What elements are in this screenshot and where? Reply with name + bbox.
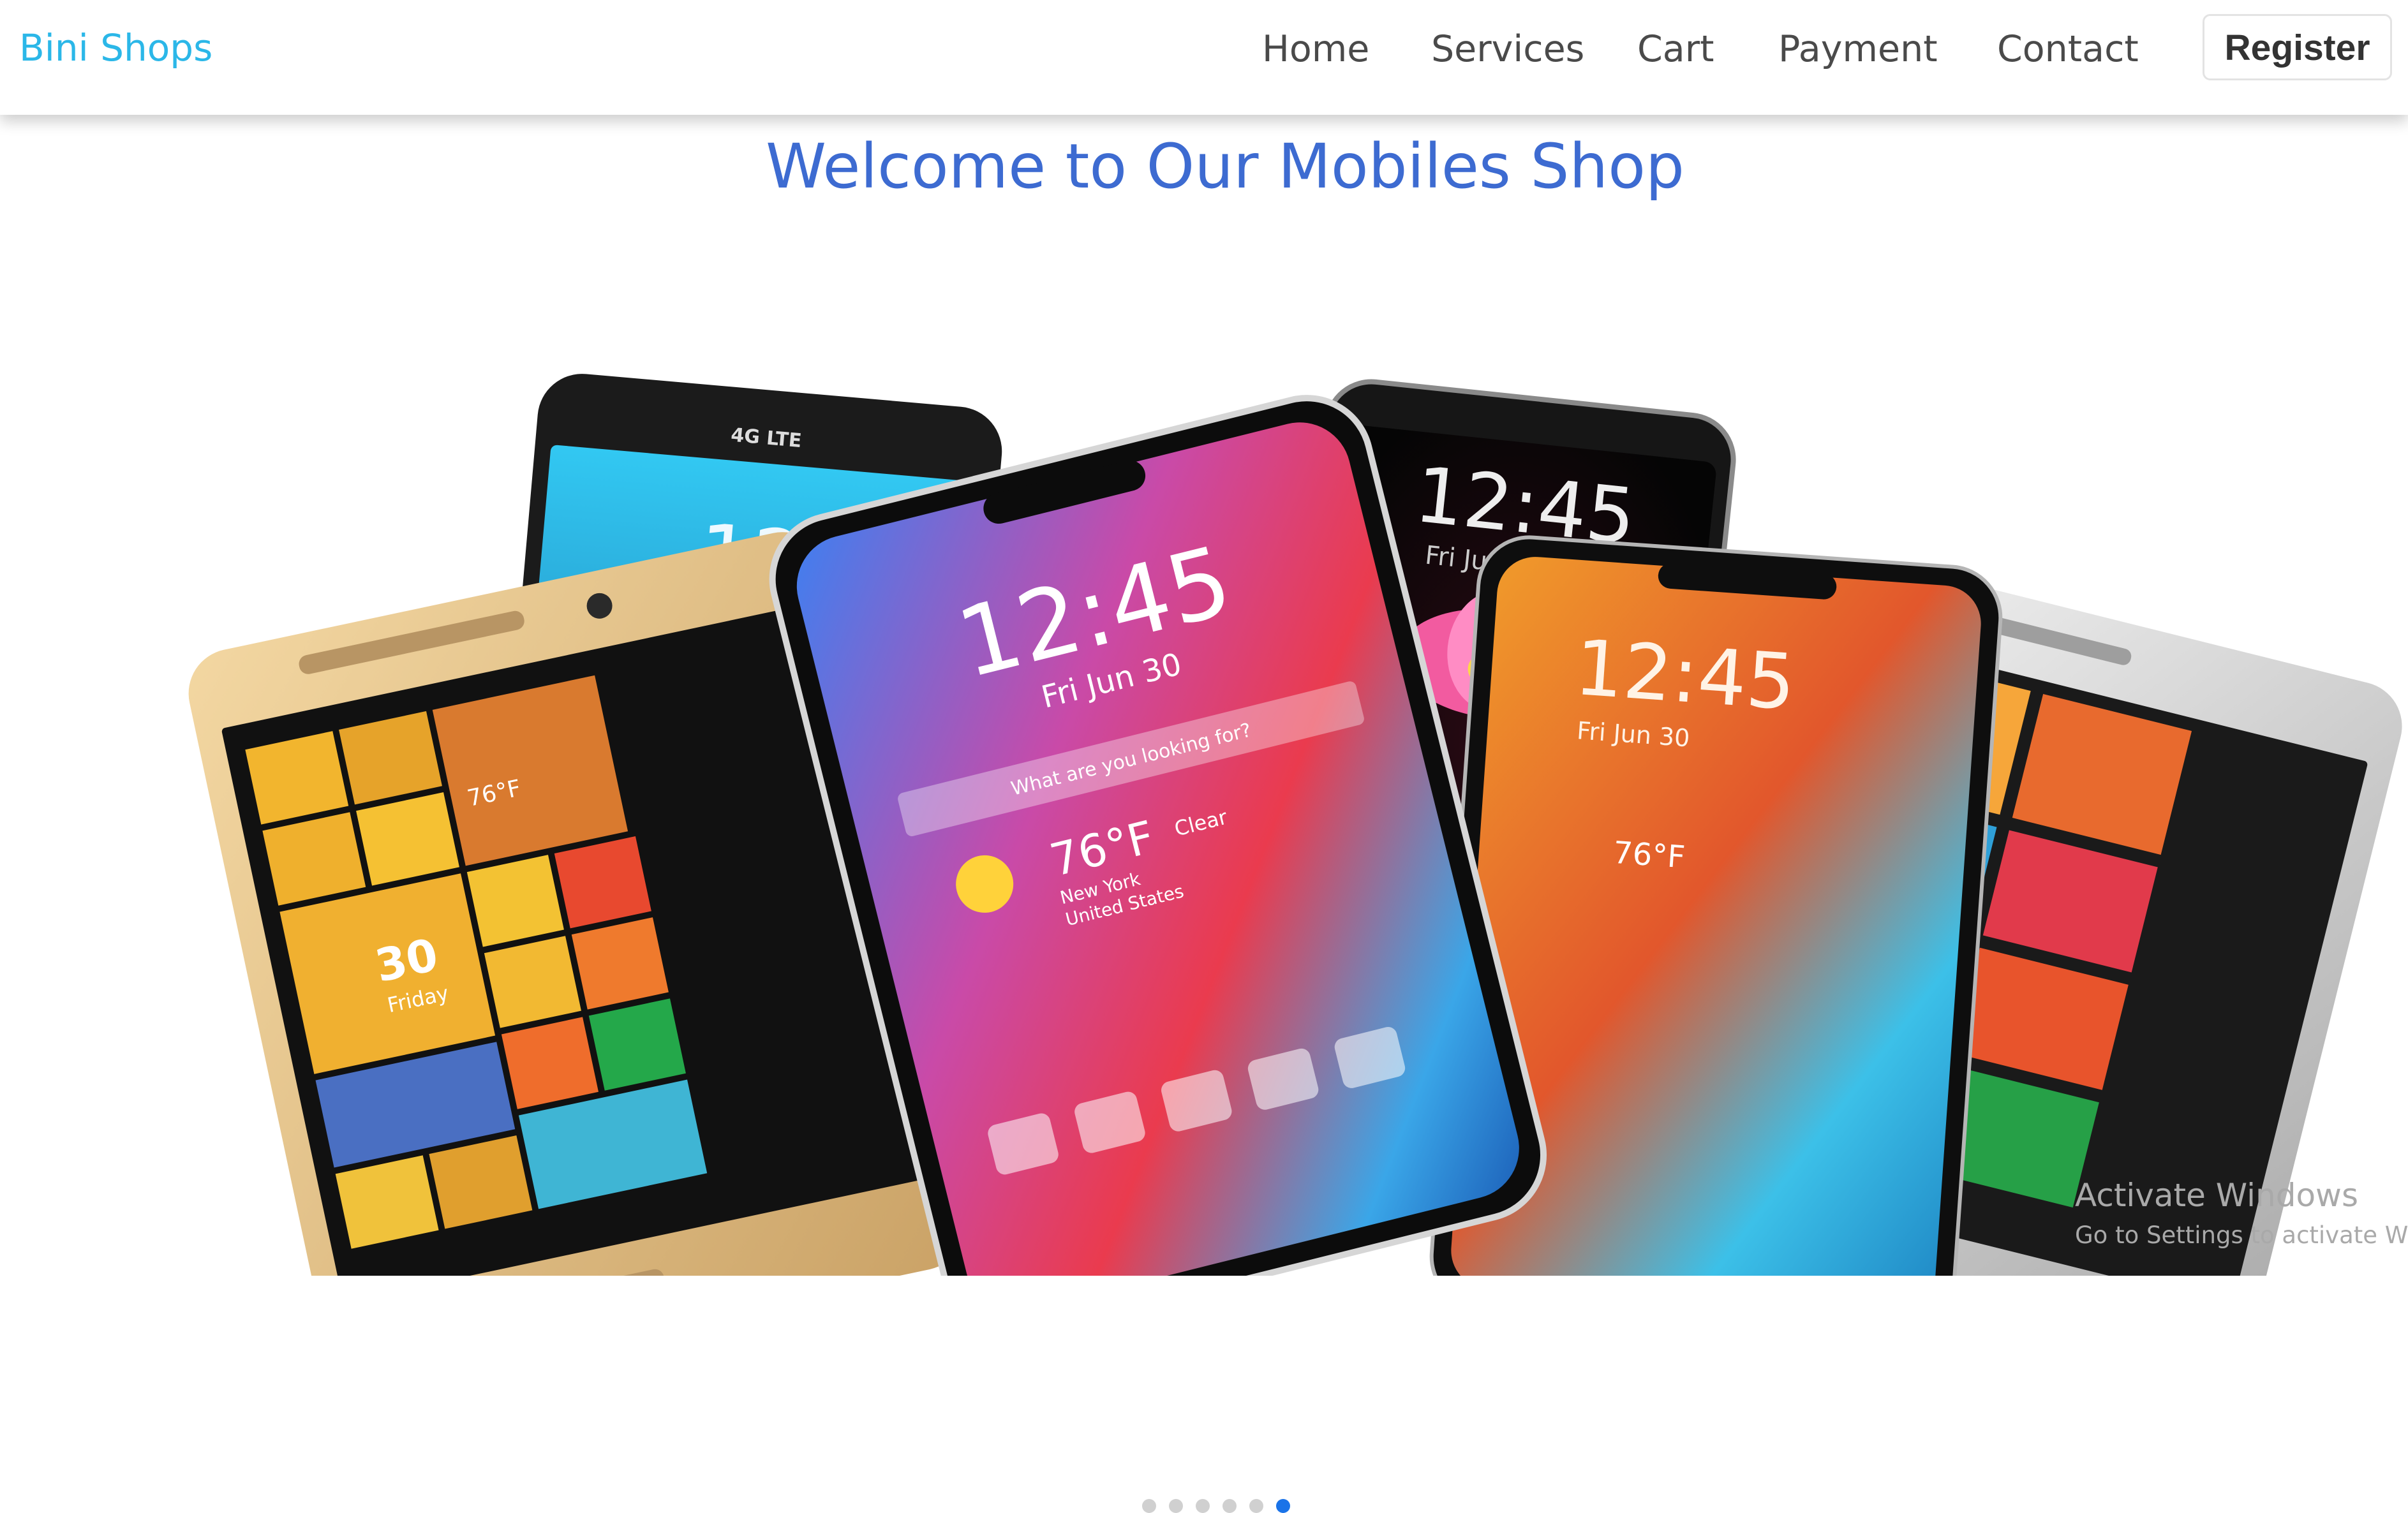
- navbar: Bini Shops Home Services Cart Payment Co…: [0, 0, 2408, 115]
- register-button[interactable]: Register: [2203, 14, 2392, 80]
- nav-services-link[interactable]: Services: [1431, 0, 1584, 98]
- nav-contact-link[interactable]: Contact: [1997, 0, 2139, 98]
- carousel-indicator-3[interactable]: [1196, 1499, 1210, 1513]
- carousel-indicator-1[interactable]: [1142, 1499, 1156, 1513]
- page-title: Welcome to Our Mobiles Shop: [766, 131, 1684, 202]
- nav-cart-link[interactable]: Cart: [1637, 0, 1714, 98]
- nav-links: Home Services Cart Payment Contact: [0, 0, 2408, 115]
- svg-text:76°F: 76°F: [1612, 835, 1686, 876]
- carousel-indicators: [1142, 1499, 1308, 1513]
- nav-home-link[interactable]: Home: [1262, 0, 1369, 98]
- smartphones-hero-image: 4G LTE 12:45 12:45 Fri Jun 30: [188, 374, 2402, 1276]
- svg-text:12:45: 12:45: [1572, 624, 1799, 728]
- carousel-indicator-2[interactable]: [1169, 1499, 1183, 1513]
- activate-windows-title: Activate Windows: [2075, 1177, 2358, 1214]
- nav-payment-link[interactable]: Payment: [1778, 0, 1938, 98]
- carousel-indicator-5[interactable]: [1249, 1499, 1263, 1513]
- carousel-indicator-4[interactable]: [1223, 1499, 1237, 1513]
- activate-windows-subtitle: Go to Settings to activate Wir: [2075, 1221, 2408, 1249]
- hero-carousel: 4G LTE 12:45 12:45 Fri Jun 30: [0, 230, 2408, 1513]
- carousel-indicator-6-active[interactable]: [1276, 1499, 1290, 1513]
